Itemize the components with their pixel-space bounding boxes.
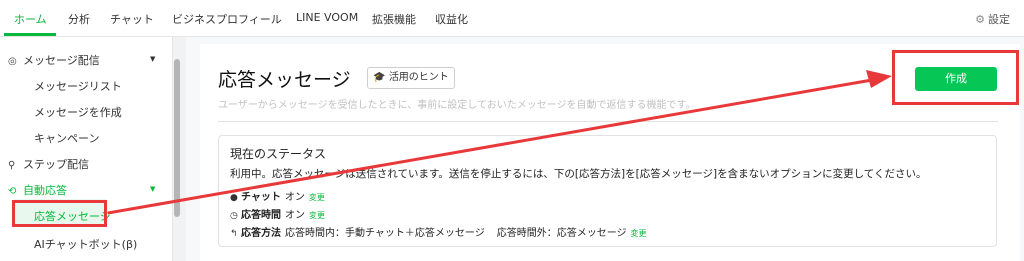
sidebar-item-step-delivery[interactable]: ⚲ ステップ配信 (8, 156, 89, 172)
top-navigation: ホーム 分析 チャット ビジネスプロフィール LINE VOOM 拡張機能 収益… (0, 0, 1024, 37)
gear-icon: ⚙ (975, 13, 985, 26)
change-link[interactable]: 変更 (309, 193, 325, 202)
sidebar-item-message-delivery[interactable]: ◎ メッセージ配信 (8, 52, 100, 68)
settings-link[interactable]: ⚙ 設定 (975, 11, 1010, 27)
status-text: 利用中。応答メッセージは送信されています。送信を停止するには、下の[応答方法]を… (230, 168, 927, 180)
tab-analytics[interactable]: 分析 (68, 11, 90, 27)
tab-line-voom[interactable]: LINE VOOM (296, 11, 358, 24)
status-row-chat: ● チャット オン 変更 (230, 188, 325, 203)
page-title: 応答メッセージ (218, 69, 351, 91)
tab-chat[interactable]: チャット (110, 11, 154, 27)
change-link[interactable]: 変更 (631, 229, 647, 238)
sidebar-item-create-message[interactable]: メッセージを作成 (34, 104, 122, 120)
tree-icon: ⚲ (8, 160, 16, 171)
graduation-cap-icon: 🎓 (373, 72, 386, 83)
hint-button-label: 活用のヒント (388, 72, 449, 83)
tab-monetization[interactable]: 収益化 (435, 11, 468, 27)
status-row-response-time: ◷ 応答時間 オン 変更 (230, 206, 325, 221)
tab-business-profile[interactable]: ビジネスプロフィール (172, 11, 282, 27)
sidebar-scrollbar-thumb[interactable] (174, 59, 180, 217)
status-row-value-inside-hours: 応答時間内：手動チャット＋応答メッセージ (285, 228, 485, 239)
status-row-response-method: ↰ 応答方法 応答時間内：手動チャット＋応答メッセージ 応答時間外：応答メッセージ 変更 (230, 224, 647, 239)
status-row-value-outside-hours: 応答時間外：応答メッセージ (496, 228, 627, 239)
status-row-value: オン (285, 210, 305, 221)
annotation-highlight-create-button (892, 50, 1019, 105)
sidebar (0, 37, 172, 261)
status-row-label: チャット (241, 192, 281, 203)
divider (218, 121, 998, 122)
reply-icon: ↰ (230, 229, 238, 239)
settings-label: 設定 (988, 13, 1010, 26)
chevron-down-icon[interactable]: ▼ (150, 55, 155, 63)
status-row-label: 応答方法 (241, 228, 281, 239)
status-row-value: オン (284, 192, 305, 203)
broadcast-icon: ◎ (8, 56, 17, 67)
page-description: ユーザーからメッセージを受信したときに、事前に設定しておいたメッセージを自動で返… (218, 100, 696, 111)
sidebar-item-label: ステップ配信 (23, 158, 89, 171)
sidebar-item-message-list[interactable]: メッセージリスト (34, 78, 122, 94)
sidebar-item-ai-chatbot[interactable]: AIチャットボット(β) (34, 236, 137, 252)
sidebar-item-label: メッセージ配信 (23, 54, 100, 67)
loop-icon: ⟲ (8, 186, 17, 197)
tab-home[interactable]: ホーム (14, 11, 47, 27)
chat-bubble-icon: ● (230, 193, 238, 203)
clock-icon: ◷ (230, 211, 238, 221)
active-tab-indicator (4, 33, 56, 36)
status-title: 現在のステータス (230, 147, 327, 161)
status-row-label: 応答時間 (241, 210, 281, 221)
sidebar-item-label: 自動応答 (23, 184, 67, 197)
sidebar-item-campaign[interactable]: キャンペーン (34, 130, 99, 146)
hint-button[interactable]: 🎓 活用のヒント (367, 67, 455, 89)
chevron-down-icon[interactable]: ▼ (150, 185, 155, 193)
tab-extensions[interactable]: 拡張機能 (372, 11, 416, 27)
sidebar-item-auto-response[interactable]: ⟲ 自動応答 (8, 182, 67, 198)
change-link[interactable]: 変更 (309, 211, 325, 220)
annotation-highlight-response-message (12, 200, 107, 227)
